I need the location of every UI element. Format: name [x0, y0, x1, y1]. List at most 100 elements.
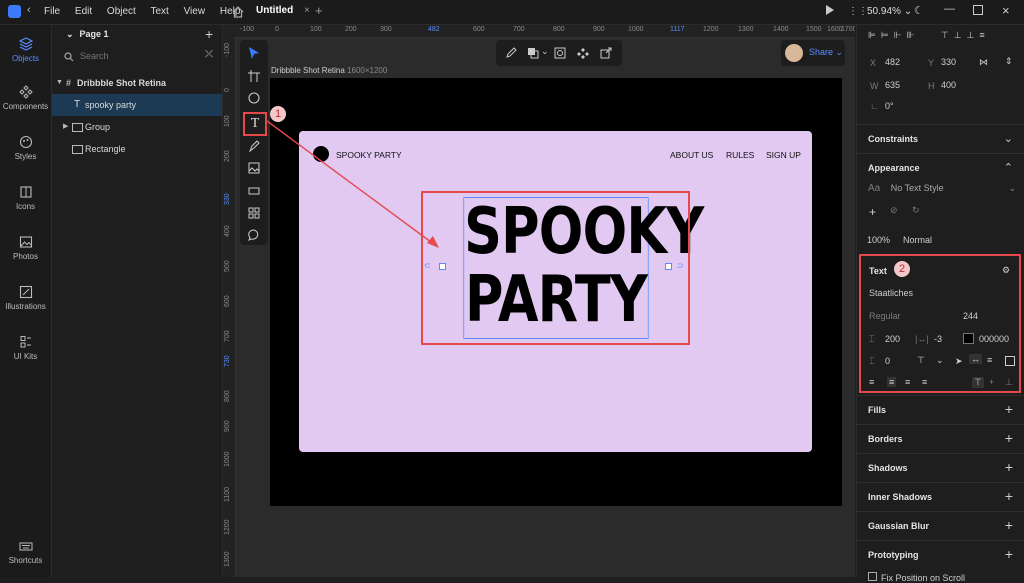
blend-mode-dropdown[interactable]: Normal: [903, 235, 932, 245]
grid-icon[interactable]: ⋮⋮: [848, 6, 868, 17]
image-tool-icon[interactable]: [248, 162, 260, 174]
align-top-icon[interactable]: ⊤: [972, 377, 984, 388]
left-ruler[interactable]: -100 0 100 200 330 400 500 600 700 730 8…: [223, 37, 236, 577]
comment-tool-icon[interactable]: [248, 229, 260, 241]
edit-icon[interactable]: [505, 47, 517, 59]
layer-text-spooky-party[interactable]: T spooky party: [52, 94, 222, 116]
layer-group[interactable]: ▶ Group: [52, 116, 222, 138]
export-icon[interactable]: [600, 47, 612, 59]
pen-tool-icon[interactable]: [248, 140, 260, 152]
mask-icon[interactable]: [554, 47, 566, 59]
align-text-justify-icon[interactable]: ≡: [922, 377, 927, 387]
rail-illustrations[interactable]: Illustrations: [0, 285, 51, 311]
resize-handle-left[interactable]: [439, 263, 446, 270]
section-inner-shadows[interactable]: Inner Shadows +: [857, 482, 1024, 511]
chevron-down-icon[interactable]: ⌄: [541, 46, 549, 57]
text-settings-icon[interactable]: ⚙: [1002, 265, 1010, 276]
align-text-right-icon[interactable]: ≡: [905, 377, 910, 387]
collapse-icon[interactable]: ⤫: [205, 49, 213, 60]
check-circle-icon[interactable]: ⊘: [890, 205, 898, 216]
nav-rules[interactable]: RULES: [726, 150, 754, 160]
y-input[interactable]: 330: [941, 57, 956, 67]
plus-icon[interactable]: +: [1005, 488, 1013, 504]
layer-artboard[interactable]: ▼ # Dribbble Shot Retina: [52, 72, 222, 94]
search-box[interactable]: ⤫: [60, 49, 215, 65]
zoom-dropdown[interactable]: 50.94% ⌄: [867, 6, 912, 17]
frame-label[interactable]: Dribbble Shot Retina 1600×1200: [271, 66, 387, 75]
align-text-left-icon[interactable]: ≡: [869, 377, 874, 387]
align-right-icon[interactable]: ⊩: [894, 30, 907, 40]
w-input[interactable]: 635: [885, 80, 900, 90]
grid-tool-icon[interactable]: [248, 207, 260, 219]
chevron-down-icon[interactable]: ⌄: [936, 355, 944, 366]
section-borders[interactable]: Borders +: [857, 424, 1024, 453]
rail-styles[interactable]: Styles: [0, 135, 51, 161]
distribute-vertical-icon[interactable]: ≡: [979, 30, 989, 40]
section-shadows[interactable]: Shadows +: [857, 453, 1024, 482]
text-transform-icon[interactable]: ⊤: [917, 355, 925, 366]
plus-icon[interactable]: +: [1005, 401, 1013, 417]
plus-icon[interactable]: +: [1005, 430, 1013, 446]
tab-untitled[interactable]: Untitled ×: [256, 5, 310, 16]
search-input[interactable]: [78, 50, 192, 62]
new-tab-button[interactable]: +: [315, 3, 323, 18]
component-tool-icon[interactable]: [248, 185, 260, 197]
auto-width-button[interactable]: ↔: [969, 354, 982, 364]
rail-shortcuts[interactable]: Shortcuts: [0, 539, 51, 565]
move-tool-icon[interactable]: [248, 46, 260, 60]
align-center-icon[interactable]: ⊨: [881, 30, 894, 40]
fixed-size-icon[interactable]: [1005, 356, 1015, 366]
back-chevron-icon[interactable]: ‹: [27, 4, 31, 16]
menu-object[interactable]: Object: [107, 6, 136, 17]
page-selector[interactable]: ⌄ Page 1: [66, 29, 109, 40]
section-prototyping[interactable]: Prototyping + Fix Position on Scroll: [857, 540, 1024, 583]
color-swatch[interactable]: [963, 333, 974, 344]
avatar[interactable]: [785, 44, 803, 62]
section-constraints[interactable]: Constraints ⌄: [857, 124, 1024, 153]
align-bottom-icon[interactable]: ⊥: [1005, 377, 1013, 388]
rail-objects[interactable]: Objects: [0, 37, 51, 63]
rotation-input[interactable]: 0°: [885, 101, 894, 111]
layer-rectangle[interactable]: Rectangle: [52, 138, 222, 160]
maximize-button[interactable]: [973, 5, 983, 15]
line-height-input[interactable]: 200: [885, 334, 900, 344]
rail-components[interactable]: Components: [0, 85, 51, 111]
font-family-dropdown[interactable]: Staatliches: [869, 288, 913, 298]
shape-tool-icon[interactable]: [248, 92, 260, 104]
font-weight-dropdown[interactable]: Regular: [869, 311, 901, 321]
add-style-icon[interactable]: +: [869, 205, 876, 219]
rail-ui-kits[interactable]: UI Kits: [0, 335, 51, 361]
menu-text[interactable]: Text: [150, 6, 168, 17]
top-ruler[interactable]: -100 0 100 200 300 482 600 700 800 900 1…: [223, 25, 855, 38]
dark-mode-icon[interactable]: ☾: [914, 4, 924, 17]
resize-handle-right[interactable]: [665, 263, 672, 270]
opacity-input[interactable]: 100%: [867, 235, 890, 245]
auto-width-icon[interactable]: ⊂: [424, 261, 431, 270]
menu-view[interactable]: View: [184, 6, 206, 17]
close-tab-icon[interactable]: ×: [304, 5, 310, 16]
menu-file[interactable]: File: [44, 6, 60, 17]
x-input[interactable]: 482: [885, 57, 900, 67]
home-icon[interactable]: [232, 6, 244, 18]
plus-icon[interactable]: +: [1005, 546, 1013, 562]
minimize-button[interactable]: —: [944, 3, 955, 15]
letter-spacing-input[interactable]: -3: [934, 334, 942, 344]
plus-icon[interactable]: +: [1005, 517, 1013, 533]
font-size-input[interactable]: 244: [963, 311, 978, 321]
align-middle-icon[interactable]: +: [989, 377, 994, 387]
h-input[interactable]: 400: [941, 80, 956, 90]
auto-height-icon[interactable]: ≡: [987, 355, 992, 365]
boolean-icon[interactable]: [527, 47, 539, 59]
distribute-icon[interactable]: ⊪: [907, 30, 920, 40]
auto-width-icon[interactable]: ⊃: [677, 261, 684, 270]
plus-icon[interactable]: +: [1005, 459, 1013, 475]
share-button[interactable]: Share ⌄: [809, 47, 843, 58]
canvas[interactable]: -100 0 100 200 300 482 600 700 800 900 1…: [223, 25, 855, 577]
play-icon[interactable]: [826, 5, 834, 15]
section-appearance[interactable]: Appearance ⌃ Aa No Text Style ⌄ + ⊘ ↻: [857, 153, 1024, 234]
rail-icons[interactable]: Icons: [0, 185, 51, 211]
align-middle-icon[interactable]: ⊥: [954, 30, 967, 40]
section-gaussian-blur[interactable]: Gaussian Blur +: [857, 511, 1024, 540]
nav-sign-up[interactable]: SIGN UP: [766, 150, 801, 160]
align-bottom-icon[interactable]: ⊥: [967, 30, 980, 40]
